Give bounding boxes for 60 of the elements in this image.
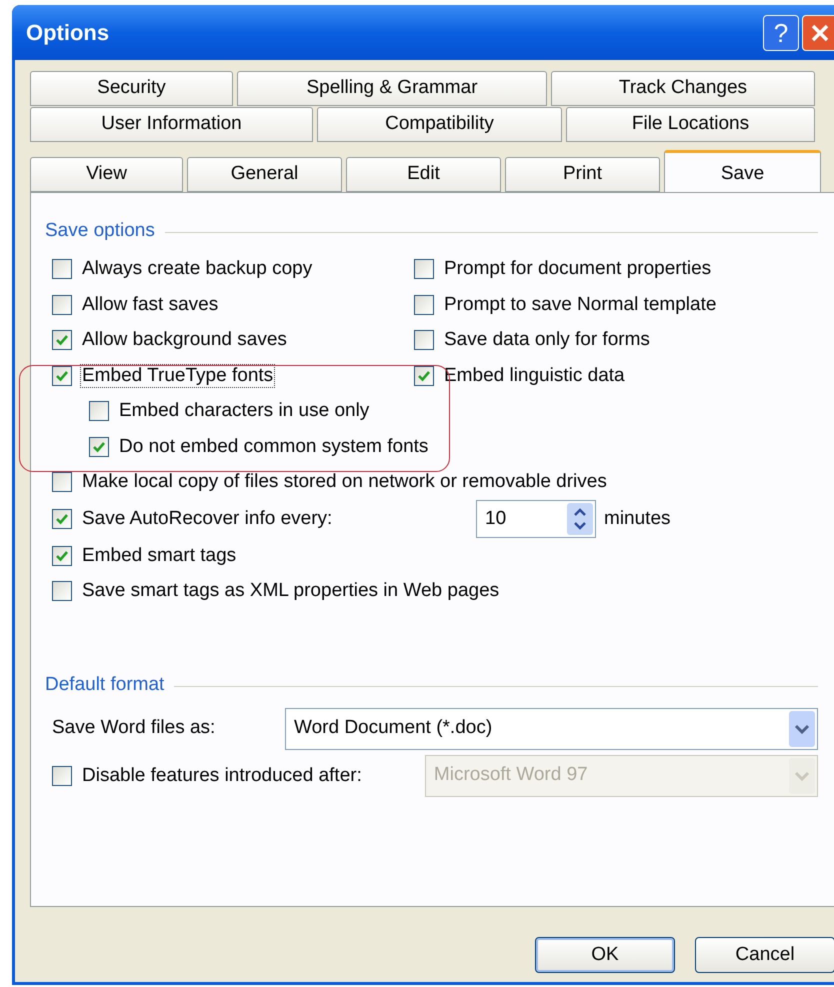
checkbox[interactable] [52,330,72,350]
dialog-button[interactable]: OK [535,937,675,973]
checkbox-label[interactable]: Allow background saves [81,329,288,352]
spin-field[interactable]: 10 [476,500,596,538]
dropdown-value: Word Document (*.doc) [294,716,494,740]
checkbox[interactable] [414,259,434,280]
checkbox-label[interactable]: Embed characters in use only [118,400,370,422]
spin-arrows-icon[interactable] [567,503,593,535]
tab[interactable]: Save [664,150,821,192]
checkbox[interactable] [52,259,72,280]
tab[interactable]: View [30,157,183,192]
dropdown-value: Microsoft Word 97 [434,763,589,788]
check-icon [55,333,69,348]
checkbox[interactable] [89,401,109,422]
checkbox[interactable] [414,366,434,386]
checkbox[interactable] [89,436,109,457]
tab[interactable]: File Locations [566,107,815,142]
checkbox[interactable] [52,546,72,566]
window-title: Options [26,19,110,47]
check-icon [92,440,106,454]
checkbox-label[interactable]: Embed smart tags [81,544,238,567]
checkbox-label[interactable]: Prompt for document properties [443,258,712,280]
tab[interactable]: Track Changes [551,71,815,106]
close-icon [810,22,830,42]
checkbox-label[interactable]: Embed TrueType fonts [81,364,274,387]
checkbox[interactable] [52,294,72,315]
dialog-button[interactable]: Cancel [695,937,834,973]
checkbox-label[interactable]: Save smart tags as XML properties in Web pages [81,580,500,602]
close-button[interactable] [802,14,834,50]
checkbox-label[interactable]: Save data only for forms [443,329,651,352]
format-dropdown[interactable]: Word Document (*.doc) [285,708,818,750]
tab[interactable]: Print [505,157,660,192]
checkbox-label[interactable]: Allow fast saves [81,294,220,316]
group-title: Default format [45,673,164,697]
checkbox-label[interactable]: Always create backup copy [81,258,314,280]
tab[interactable]: Security [30,71,233,106]
check-icon [417,368,431,383]
check-icon [55,512,69,526]
tab[interactable]: General [187,157,342,192]
tab[interactable]: Edit [346,157,501,192]
checkbox-label[interactable]: Do not embed common system fonts [118,436,430,458]
checkbox-label[interactable]: Save AutoRecover info every: [81,508,334,530]
checkbox[interactable] [52,581,72,602]
tab[interactable]: Spelling & Grammar [237,71,547,106]
checkbox-label[interactable]: Make local copy of files stored on network or removable drives [81,471,608,494]
checkbox[interactable] [414,330,434,350]
checkbox[interactable] [52,366,72,386]
checkbox-label[interactable]: Prompt to save Normal template [443,294,718,316]
check-icon [55,368,69,383]
unit-label: minutes [604,506,671,531]
tab[interactable]: Compatibility [317,107,562,142]
group-title: Save options [45,219,155,243]
checkbox[interactable] [52,509,72,529]
field-label: Save Word files as: [52,716,216,740]
checkbox[interactable] [414,294,434,315]
check-icon [55,548,69,563]
checkbox[interactable] [52,472,72,492]
spin-value: 10 [485,506,508,531]
help-button[interactable]: ? [763,14,799,50]
tab[interactable]: User Information [30,107,313,142]
